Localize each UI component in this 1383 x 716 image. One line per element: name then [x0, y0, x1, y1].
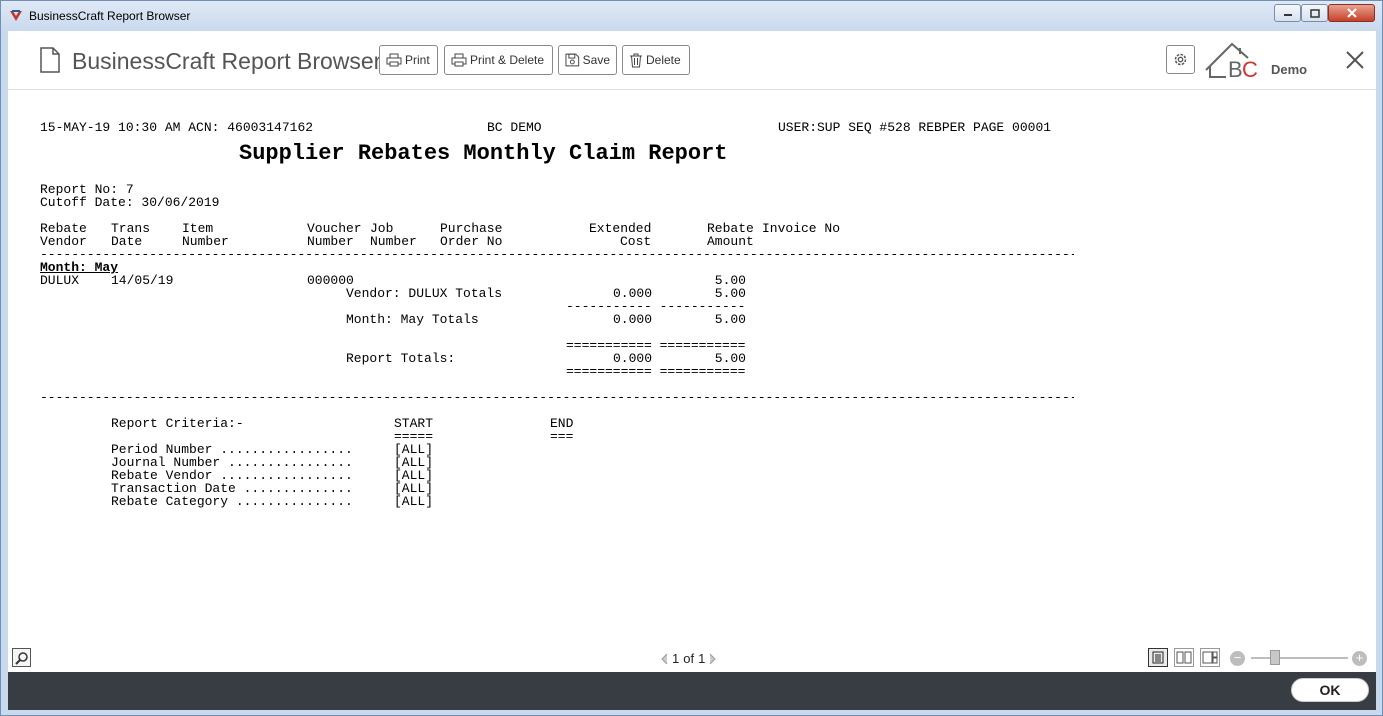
- previous-page-icon[interactable]: [660, 653, 668, 665]
- single-page-view-button[interactable]: [1148, 648, 1168, 667]
- printer-icon: [451, 53, 467, 67]
- delete-button[interactable]: Delete: [622, 45, 690, 75]
- col-voucher-number-2: Number: [307, 234, 354, 249]
- report-header-left: 15-MAY-19 10:30 AM ACN: 46003147162: [40, 120, 314, 135]
- document-icon: [40, 47, 60, 73]
- col-rebate-amount-2: Amount: [707, 234, 754, 249]
- cutoff-date: Cutoff Date: 30/06/2019: [40, 195, 220, 210]
- window-close-button[interactable]: [1328, 4, 1375, 22]
- search-icon: [14, 651, 28, 665]
- separator-line: ----------------------------------------…: [40, 391, 1074, 404]
- report-header-center: BC DEMO: [487, 120, 542, 135]
- col-item-number-2: Number: [182, 234, 229, 249]
- col-job-number-2: Number: [370, 234, 417, 249]
- zoom-out-button[interactable]: −: [1230, 651, 1245, 666]
- printer-icon: [386, 53, 402, 67]
- gear-icon: [1174, 53, 1187, 66]
- zoom-in-button[interactable]: +: [1352, 651, 1367, 666]
- save-button[interactable]: Save: [558, 45, 617, 75]
- report-page: 15-MAY-19 10:30 AM ACN: 46003147162 BC D…: [8, 90, 1376, 645]
- row-trans-date: 14/05/19: [111, 273, 174, 288]
- save-label: Save: [582, 53, 610, 67]
- report-header-right: USER:SUP SEQ #528 REBPER PAGE 00001: [778, 120, 1052, 135]
- col-rebate-vendor-2: Vendor: [40, 234, 87, 249]
- print-button[interactable]: Print: [379, 45, 438, 75]
- app-header: BusinessCraft Report Browser Print Print…: [8, 31, 1376, 89]
- dialog-footer: OK: [8, 672, 1376, 710]
- print-and-delete-button[interactable]: Print & Delete: [444, 45, 553, 75]
- col-invoice-no: Invoice No: [762, 221, 841, 236]
- print-delete-label: Print & Delete: [470, 53, 545, 67]
- multi-page-view-button[interactable]: [1200, 648, 1220, 667]
- app-name: BusinessCraft Report Browser: [72, 48, 382, 74]
- close-icon[interactable]: [1344, 49, 1366, 71]
- current-page: 1: [672, 651, 680, 666]
- col-trans-date-2: Date: [111, 234, 143, 249]
- total-pages: 1: [698, 651, 706, 666]
- floppy-disk-icon: [565, 53, 580, 67]
- client-area: BusinessCraft Report Browser Print Print…: [8, 31, 1376, 672]
- app-logo-icon: [10, 10, 22, 21]
- minimize-button[interactable]: [1274, 4, 1301, 22]
- col-purchase-order-2: Order No: [440, 234, 503, 249]
- settings-button[interactable]: [1166, 45, 1195, 74]
- separator-line: ----------------------------------------…: [40, 248, 1074, 261]
- ok-button[interactable]: OK: [1291, 678, 1369, 702]
- maximize-icon: [1309, 8, 1320, 18]
- month-totals-amount: 5.00: [714, 312, 746, 327]
- title-bar[interactable]: BusinessCraft Report Browser: [1, 1, 1382, 31]
- criteria-label: Rebate Category ...............: [111, 494, 353, 509]
- svg-text:B: B: [1228, 57, 1243, 80]
- report-totals-label: Report Totals:: [346, 351, 456, 366]
- two-page-view-button[interactable]: [1174, 648, 1194, 667]
- report-browser-window: BusinessCraft Report Browser BusinessCra…: [0, 0, 1383, 716]
- businesscraft-logo: B C: [1205, 42, 1258, 80]
- delete-label: Delete: [646, 53, 681, 67]
- svg-text:C: C: [1242, 57, 1258, 80]
- window-title: BusinessCraft Report Browser: [29, 9, 191, 23]
- col-extended-cost-2: Cost: [620, 234, 652, 249]
- row-vendor: DULUX: [40, 273, 80, 288]
- report-title: Supplier Rebates Monthly Claim Report: [239, 141, 728, 166]
- criteria-value: [ALL]: [394, 494, 434, 509]
- criteria-heading: Report Criteria:-: [111, 416, 244, 431]
- minimize-icon: [1283, 14, 1292, 16]
- maximize-button[interactable]: [1301, 4, 1328, 22]
- criteria-end-underline: ===: [550, 429, 574, 444]
- trash-icon: [630, 53, 642, 67]
- zoom-slider-track[interactable]: [1251, 657, 1348, 659]
- search-button[interactable]: [12, 648, 31, 667]
- multi-page-icon: [1202, 651, 1218, 664]
- page-navigator: 1 of 1: [660, 651, 717, 666]
- double-underline-bottom: =========== ===========: [566, 364, 746, 379]
- demo-label: Demo: [1271, 62, 1308, 77]
- single-page-icon: [1152, 651, 1164, 664]
- print-label: Print: [405, 53, 430, 67]
- page-of-label: of: [683, 651, 695, 666]
- vendor-totals-label: Vendor: DULUX Totals: [346, 286, 503, 301]
- close-icon: [1346, 8, 1357, 18]
- month-totals-cost: 0.000: [612, 312, 652, 327]
- month-totals-label: Month: May Totals: [346, 312, 479, 327]
- zoom-slider-handle[interactable]: [1270, 650, 1280, 665]
- viewer-status-bar: 1 of 1 − +: [8, 645, 1376, 672]
- next-page-icon[interactable]: [709, 653, 717, 665]
- two-page-icon: [1176, 651, 1192, 664]
